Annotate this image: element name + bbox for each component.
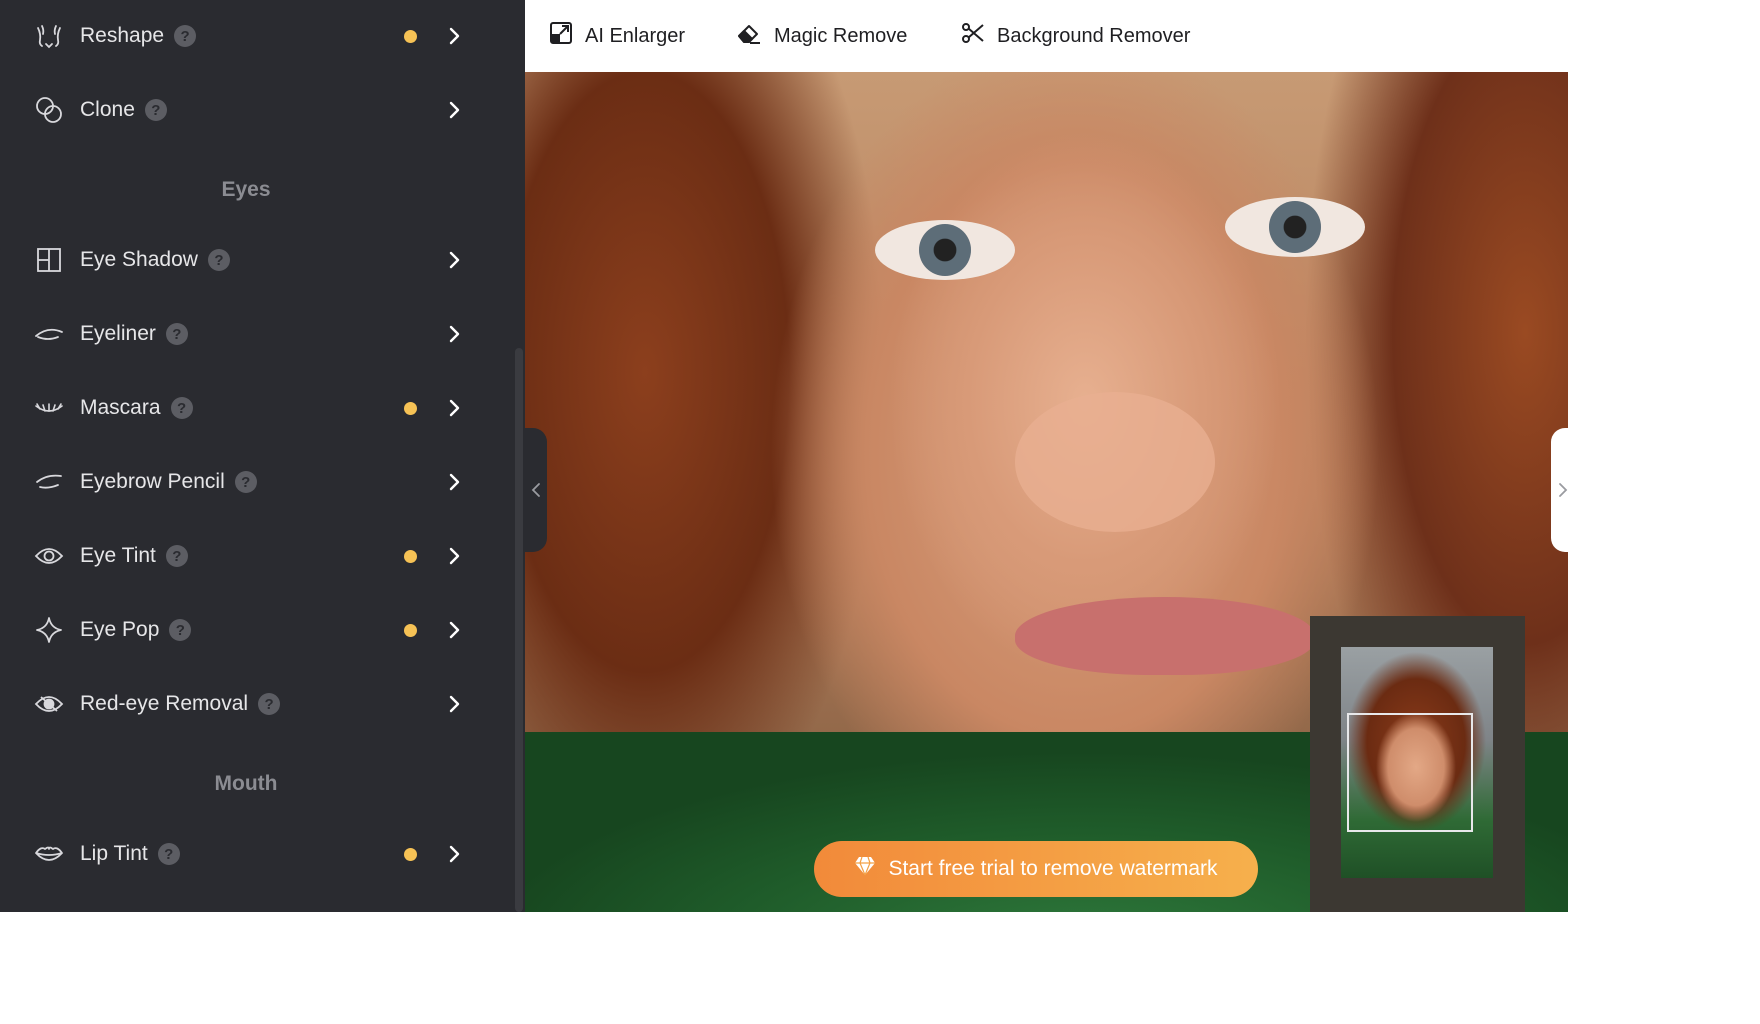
help-icon[interactable]: ? (170, 397, 193, 419)
chevron-right-icon (444, 844, 464, 864)
chevron-right-icon (444, 100, 464, 120)
collapse-sidebar-button[interactable] (525, 428, 547, 552)
magic-remove-label: Magic Remove (774, 24, 908, 47)
sidebar-item-eye-shadow[interactable]: Eye Shadow ? (0, 230, 510, 290)
scissors-icon (961, 21, 985, 51)
status-dot (404, 401, 417, 415)
sidebar-item-eye-pop[interactable]: Eye Pop ? (0, 600, 510, 660)
chevron-right-icon (444, 472, 464, 492)
expand-right-panel-button[interactable] (1551, 428, 1568, 552)
enlarge-icon (549, 21, 573, 51)
help-icon[interactable]: ? (169, 619, 192, 641)
sidebar-item-label: Eyebrow Pencil (80, 470, 225, 493)
help-icon[interactable]: ? (258, 693, 281, 715)
chevron-right-icon (444, 398, 464, 418)
chevron-right-icon (444, 250, 464, 270)
help-icon[interactable]: ? (157, 843, 180, 865)
sidebar-item-eyebrow-pencil[interactable]: Eyebrow Pencil ? (0, 452, 510, 512)
sidebar-item-red-eye-removal[interactable]: Red-eye Removal ? (0, 674, 510, 734)
chevron-right-icon (1559, 483, 1568, 497)
sidebar-item-label: Eye Tint (80, 544, 156, 567)
chevron-right-icon (444, 620, 464, 640)
status-dot (404, 549, 417, 563)
magic-remove-button[interactable]: Magic Remove (736, 21, 907, 51)
sidebar-item-eyeliner[interactable]: Eyeliner ? (0, 304, 510, 364)
help-icon[interactable]: ? (234, 471, 257, 493)
sidebar-item-mascara[interactable]: Mascara ? (0, 378, 510, 438)
help-icon[interactable]: ? (144, 99, 167, 121)
ai-enlarger-button[interactable]: AI Enlarger (549, 21, 685, 51)
lip-tint-icon (33, 838, 65, 870)
help-icon[interactable]: ? (207, 249, 230, 271)
background-remover-label: Background Remover (997, 24, 1191, 47)
section-title-eyes: Eyes (221, 178, 271, 201)
sidebar-item-label: Red-eye Removal (80, 692, 249, 715)
chevron-right-icon (444, 26, 464, 46)
sidebar-item-eye-tint[interactable]: Eye Tint ? (0, 526, 510, 586)
help-icon[interactable]: ? (174, 25, 197, 47)
chevron-right-icon (444, 694, 464, 714)
chevron-right-icon (444, 324, 464, 344)
clone-icon (33, 94, 65, 126)
status-dot (404, 29, 417, 43)
minimap-viewport[interactable] (1347, 713, 1473, 832)
sidebar-item-label: Eye Shadow (80, 248, 198, 271)
sidebar-item-label: Eyeliner (80, 322, 156, 345)
red-eye-removal-icon (33, 688, 65, 720)
mascara-icon (33, 392, 65, 424)
photo-detail (1015, 597, 1315, 675)
chevron-left-icon (531, 483, 540, 497)
sidebar-item-lip-tint[interactable]: Lip Tint ? (0, 824, 510, 884)
sidebar-item-label: Clone (80, 98, 135, 121)
remove-watermark-label: Start free trial to remove watermark (888, 857, 1218, 880)
help-icon[interactable]: ? (165, 323, 188, 345)
photo-detail (875, 220, 1015, 280)
eyebrow-pencil-icon (33, 466, 65, 498)
sidebar-item-label: Mascara (80, 396, 161, 419)
top-toolbar: AI Enlarger Magic Remove Background Remo… (525, 0, 1568, 72)
diamond-icon (854, 856, 876, 882)
eye-shadow-icon (33, 244, 65, 276)
remove-watermark-button[interactable]: Start free trial to remove watermark (814, 841, 1258, 897)
background-remover-button[interactable]: Background Remover (961, 21, 1190, 51)
navigator-minimap[interactable] (1310, 616, 1525, 912)
sidebar-item-label: Eye Pop (80, 618, 160, 641)
ai-enlarger-label: AI Enlarger (585, 24, 686, 47)
photo-detail (1225, 197, 1365, 257)
reshape-icon (33, 20, 65, 52)
sidebar-item-clone[interactable]: Clone ? (0, 80, 510, 140)
eye-tint-icon (33, 540, 65, 572)
eyeliner-icon (33, 318, 65, 350)
status-dot (404, 847, 417, 861)
sidebar-item-label: Lip Tint (80, 842, 148, 865)
photo-detail (1015, 392, 1215, 532)
sidebar-item-reshape[interactable]: Reshape ? (0, 6, 510, 66)
sidebar-item-label: Reshape (80, 24, 165, 47)
section-title-mouth: Mouth (214, 772, 278, 795)
eraser-icon (736, 21, 762, 51)
sidebar-scrollbar[interactable] (515, 348, 523, 912)
eye-pop-icon (33, 614, 65, 646)
sidebar: Reshape ? Clone ? Eyes Eye Shadow ? Eyel… (0, 0, 525, 912)
status-dot (404, 623, 417, 637)
chevron-right-icon (444, 546, 464, 566)
help-icon[interactable]: ? (165, 545, 188, 567)
